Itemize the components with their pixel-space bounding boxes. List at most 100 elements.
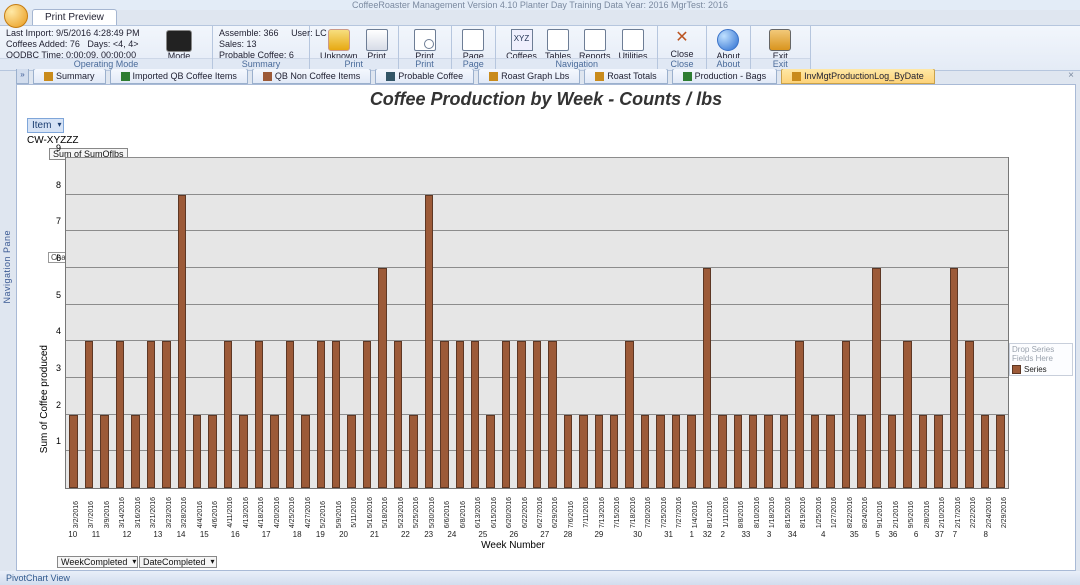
nav-pane-toggle[interactable]: » [16,69,29,84]
bar [734,415,742,488]
x-tick: 5/2/2016 [320,501,327,528]
file-tab-print-preview[interactable]: Print Preview [32,9,117,26]
bar [286,341,294,488]
bar [641,415,649,488]
week-cell: 16 [220,530,251,539]
week-cell: 20 [328,530,359,539]
doc-tab[interactable]: Probable Coffee [375,69,474,84]
utilities-icon [622,29,644,51]
x-tick-labels: 3/2/20163/7/20163/9/20163/14/20163/16/20… [65,502,1009,528]
y-axis-label: Sum of Coffee produced [39,345,50,453]
close-icon: ✕ [672,29,692,49]
x-tick: 3/28/2016 [181,497,188,528]
x-tick: 3/7/2016 [88,501,95,528]
x-tick: 8/8/2016 [738,501,745,528]
pivot-chart: Coffee Production by Week - Counts / lbs… [16,84,1076,571]
doc-tab[interactable]: Production - Bags [672,69,778,84]
bar [131,415,139,488]
x-tick: 9/1/2016 [877,501,884,528]
bar [332,341,340,488]
doc-tab[interactable]: Summary [33,69,106,84]
bar [656,415,664,488]
bar [255,341,263,488]
doc-tab[interactable]: Roast Totals [584,69,667,84]
x-tick: 4/25/2016 [289,497,296,528]
week-cell: 2 [715,530,730,539]
y-tick: 3 [56,363,61,373]
bar [903,341,911,488]
y-tick: 8 [56,180,61,190]
status-bar: PivotChart View [0,571,1080,585]
bar [872,268,880,488]
bar [548,341,556,488]
week-cell: 28 [560,530,575,539]
date-completed-dropdown[interactable]: DateCompleted [139,556,217,568]
plot-area: 123456789 [65,157,1009,489]
x-tick: 6/22/2016 [522,497,529,528]
bar [440,341,448,488]
x-tick: 5/16/2016 [367,497,374,528]
office-button[interactable] [4,4,28,28]
week-cell: 35 [839,530,870,539]
doc-tab[interactable]: Roast Graph Lbs [478,69,580,84]
week-cell: 11 [80,530,111,539]
bar [471,341,479,488]
tables-icon [547,29,569,51]
bar [625,341,633,488]
tab-icon [263,72,272,81]
bar [517,341,525,488]
week-cell: 12 [111,530,142,539]
y-tick: 9 [56,143,61,153]
x-tick: 5/30/2016 [429,497,436,528]
app-titlebar: CoffeeRoaster Management Version 4.10 Pl… [0,0,1080,10]
print-icon [366,29,388,51]
bar [69,415,77,488]
x-tick: 8/19/2016 [800,497,807,528]
unknown-icon [328,29,350,51]
doc-tab[interactable]: InvMgtProductionLog_ByDate [781,69,935,84]
x-tick: 9/5/2016 [908,501,915,528]
reports-icon [584,29,606,51]
bar [116,341,124,488]
bar [147,341,155,488]
item-value: CW-XYZZZ [27,135,78,146]
x-tick: 2/8/2016 [924,501,931,528]
x-axis-label: Week Number [17,540,1009,551]
week-cell: 22 [390,530,421,539]
week-cell: 18 [282,530,313,539]
item-filter-dropdown[interactable]: Item [27,118,64,133]
tab-icon [121,72,130,81]
doc-tab[interactable]: Imported QB Coffee Items [110,69,248,84]
week-cell: 21 [359,530,390,539]
week-cell: 17 [251,530,282,539]
x-tick: 4/13/2016 [243,497,250,528]
week-cell: 30 [622,530,653,539]
y-tick: 1 [56,436,61,446]
mode-button[interactable]: Mode [162,28,196,61]
week-cell: 37 [932,530,947,539]
bar [934,415,942,488]
week-cell: 32 [699,530,714,539]
x-tick: 3/2/2016 [73,501,80,528]
x-tick: 4/6/2016 [212,501,219,528]
legend-drop-zone[interactable]: Drop Series Fields Here Series [1009,343,1073,376]
bar [703,268,711,488]
x-tick: 5/9/2016 [336,501,343,528]
x-tick: 6/15/2016 [491,497,498,528]
bar [456,341,464,488]
days: Days: <4, 4> [87,39,138,49]
bar [301,415,309,488]
bar [826,415,834,488]
bar [857,415,865,488]
week-completed-dropdown[interactable]: WeekCompleted [57,556,138,568]
tab-icon [489,72,498,81]
tab-close-button[interactable]: × [1068,70,1074,81]
bar [780,415,788,488]
x-tick: 3/16/2016 [135,497,142,528]
bar [919,415,927,488]
doc-tab[interactable]: QB Non Coffee Items [252,69,371,84]
nav-pane-label[interactable]: Navigation Pane [2,230,14,304]
coffees-added: Coffees Added: 76 [6,39,80,49]
x-tick: 6/27/2016 [537,497,544,528]
ribbon: Last Import: 9/5/2016 4:28:49 PM Coffees… [0,25,1080,71]
